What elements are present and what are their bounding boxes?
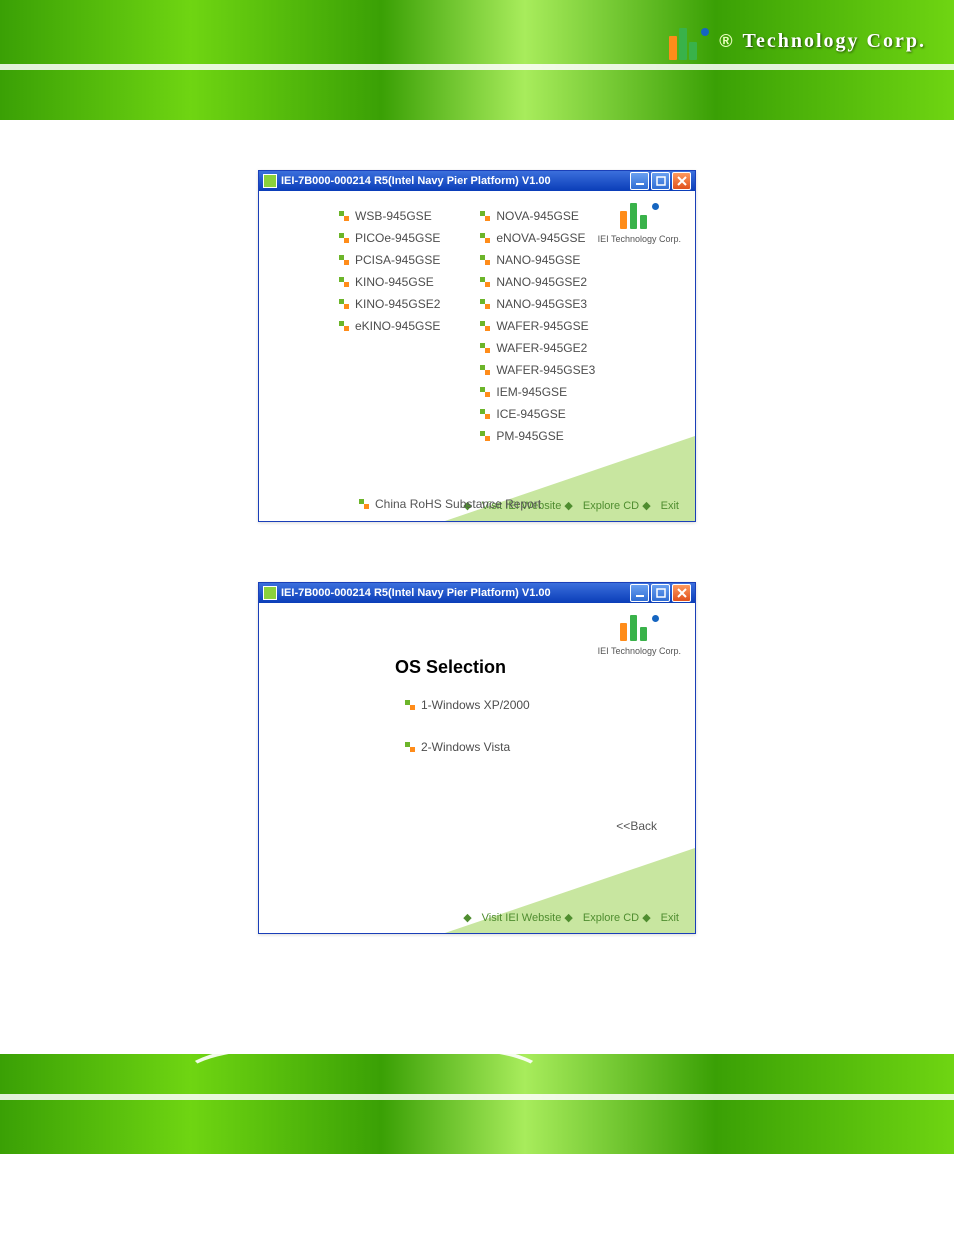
bullet-icon xyxy=(339,277,349,287)
model-link[interactable]: KINO-945GSE xyxy=(339,275,440,289)
model-link[interactable]: KINO-945GSE2 xyxy=(339,297,440,311)
minimize-button[interactable] xyxy=(630,172,649,190)
registered-mark: ® xyxy=(719,31,732,52)
iei-logo-icon xyxy=(620,613,659,641)
bullet-icon xyxy=(339,211,349,221)
link-label: WAFER-945GE2 xyxy=(496,341,587,355)
link-label: Visit IEI Website xyxy=(482,910,562,927)
model-link[interactable]: NANO-945GSE3 xyxy=(480,297,595,311)
corp-name: Technology Corp. xyxy=(742,30,926,53)
link-label: WAFER-945GSE xyxy=(496,319,588,333)
model-link[interactable]: NANO-945GSE2 xyxy=(480,275,595,289)
logo-caption: IEI Technology Corp. xyxy=(598,646,681,656)
link-label: NANO-945GSE3 xyxy=(496,297,587,311)
bullet-icon xyxy=(480,299,490,309)
model-link[interactable]: WAFER-945GSE3 xyxy=(480,363,595,377)
model-link[interactable]: NOVA-945GSE xyxy=(480,209,595,223)
bullet-icon xyxy=(480,277,490,287)
maximize-button[interactable] xyxy=(651,584,670,602)
close-button[interactable] xyxy=(672,584,691,602)
model-link[interactable]: WSB-945GSE xyxy=(339,209,440,223)
link-exit[interactable]: ◆Exit xyxy=(642,498,679,515)
link-label: IEM-945GSE xyxy=(496,385,567,399)
bullet-icon xyxy=(480,365,490,375)
app-icon xyxy=(263,586,277,600)
link-explore-cd[interactable]: ◆Explore CD xyxy=(564,910,639,927)
link-label: KINO-945GSE xyxy=(355,275,434,289)
link-label: NOVA-945GSE xyxy=(496,209,578,223)
model-link[interactable]: PICOe-945GSE xyxy=(339,231,440,245)
screenshot-os-selection: IEI-7B000-000214 R5(Intel Navy Pier Plat… xyxy=(258,582,696,934)
link-label: eKINO-945GSE xyxy=(355,319,440,333)
link-label: ICE-945GSE xyxy=(496,407,565,421)
link-label: 1-Windows XP/2000 xyxy=(421,698,530,712)
back-label: <<Back xyxy=(616,819,657,833)
link-label: eNOVA-945GSE xyxy=(496,231,585,245)
iei-logo-block: IEI Technology Corp. xyxy=(598,613,681,656)
window-titlebar: IEI-7B000-000214 R5(Intel Navy Pier Plat… xyxy=(259,171,695,191)
link-exit[interactable]: ◆Exit xyxy=(642,910,679,927)
os-selection-heading: OS Selection xyxy=(395,657,679,678)
bullet-icon xyxy=(480,387,490,397)
bullet-icon xyxy=(405,700,415,710)
link-label: Explore CD xyxy=(583,910,639,927)
model-link[interactable]: ICE-945GSE xyxy=(480,407,595,421)
model-link[interactable]: WAFER-945GE2 xyxy=(480,341,595,355)
iei-logo-block: IEI Technology Corp. xyxy=(598,201,681,244)
bullet-icon xyxy=(339,321,349,331)
link-label: WAFER-945GSE3 xyxy=(496,363,595,377)
model-link[interactable]: eNOVA-945GSE xyxy=(480,231,595,245)
model-link[interactable]: IEM-945GSE xyxy=(480,385,595,399)
bullet-icon xyxy=(359,499,369,509)
bullet-icon xyxy=(480,321,490,331)
link-label: PICOe-945GSE xyxy=(355,231,440,245)
link-label: China RoHS Substance Report xyxy=(375,497,541,511)
link-label: NANO-945GSE2 xyxy=(496,275,587,289)
back-link[interactable]: <<Back xyxy=(616,819,657,833)
screenshot-model-list: IEI-7B000-000214 R5(Intel Navy Pier Plat… xyxy=(258,170,696,522)
bullet-icon xyxy=(339,233,349,243)
corp-branding: ® Technology Corp. xyxy=(669,22,926,60)
model-link[interactable]: PCISA-945GSE xyxy=(339,253,440,267)
model-link[interactable]: NANO-945GSE xyxy=(480,253,595,267)
window-titlebar: IEI-7B000-000214 R5(Intel Navy Pier Plat… xyxy=(259,583,695,603)
bullet-icon xyxy=(339,299,349,309)
link-label: PCISA-945GSE xyxy=(355,253,440,267)
link-rohs-report[interactable]: China RoHS Substance Report xyxy=(359,497,541,511)
link-label: WSB-945GSE xyxy=(355,209,432,223)
link-label: 2-Windows Vista xyxy=(421,740,510,754)
close-button[interactable] xyxy=(672,172,691,190)
link-visit-website[interactable]: ◆Visit IEI Website xyxy=(463,910,561,927)
app-icon xyxy=(263,174,277,188)
minimize-button[interactable] xyxy=(630,584,649,602)
page-header-banner: ® Technology Corp. xyxy=(0,0,954,120)
link-label: Exit xyxy=(661,910,679,927)
bullet-icon xyxy=(480,255,490,265)
link-label: KINO-945GSE2 xyxy=(355,297,440,311)
page-footer-banner xyxy=(0,1054,954,1154)
iei-logo-icon xyxy=(620,201,659,229)
os-option[interactable]: 2-Windows Vista xyxy=(405,740,679,754)
link-label: NANO-945GSE xyxy=(496,253,580,267)
link-label: Exit xyxy=(661,498,679,515)
logo-caption: IEI Technology Corp. xyxy=(598,234,681,244)
model-link[interactable]: eKINO-945GSE xyxy=(339,319,440,333)
bullet-icon xyxy=(405,742,415,752)
os-option[interactable]: 1-Windows XP/2000 xyxy=(405,698,679,712)
bullet-icon xyxy=(480,233,490,243)
iei-logo-icon xyxy=(669,22,709,60)
maximize-button[interactable] xyxy=(651,172,670,190)
bullet-icon xyxy=(480,211,490,221)
wave-deco xyxy=(180,1054,548,1110)
link-label: Explore CD xyxy=(583,498,639,515)
link-explore-cd[interactable]: ◆Explore CD xyxy=(564,498,639,515)
model-link[interactable]: WAFER-945GSE xyxy=(480,319,595,333)
bullet-icon xyxy=(480,343,490,353)
bullet-icon xyxy=(480,409,490,419)
window-title: IEI-7B000-000214 R5(Intel Navy Pier Plat… xyxy=(281,175,628,187)
bullet-icon xyxy=(339,255,349,265)
footer-wedge: ◆Visit IEI Website ◆Explore CD ◆Exit xyxy=(405,848,695,933)
window-title: IEI-7B000-000214 R5(Intel Navy Pier Plat… xyxy=(281,587,628,599)
